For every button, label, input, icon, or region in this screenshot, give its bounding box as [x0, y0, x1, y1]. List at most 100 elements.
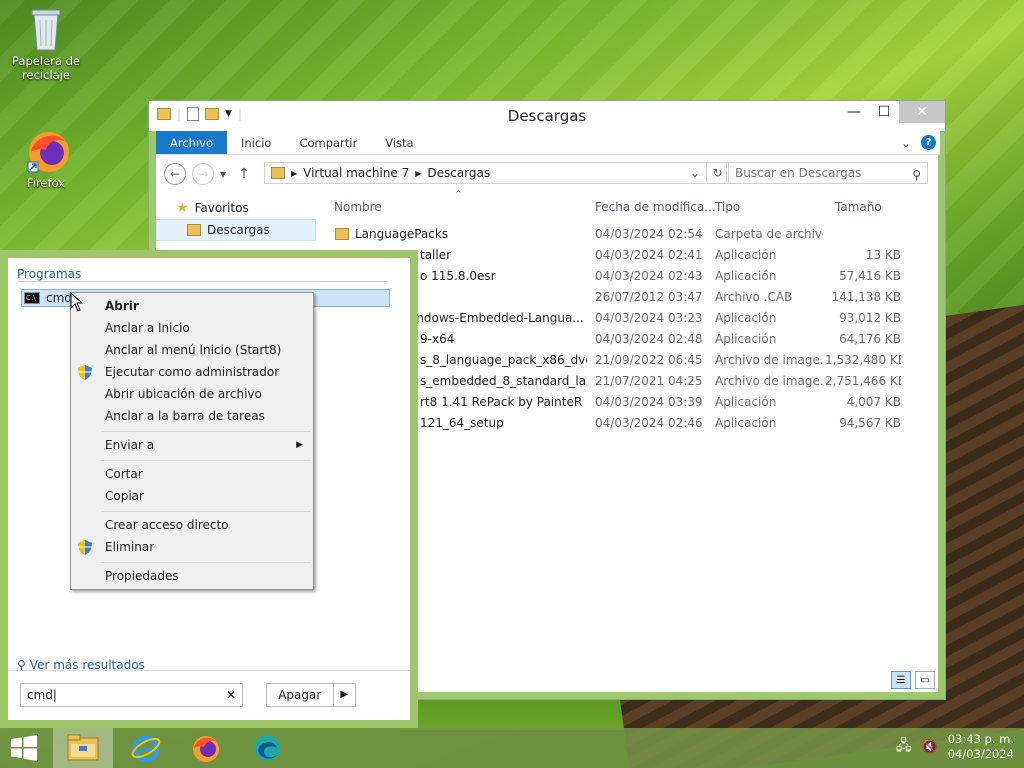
internet-explorer-icon: [131, 735, 161, 763]
file-type: Aplicación: [715, 311, 777, 325]
file-size: 64,176 KB: [839, 332, 901, 346]
desktop-icon-firefox[interactable]: Firefox: [6, 128, 86, 190]
recycle-bin-icon: [26, 6, 66, 52]
start-search-input[interactable]: cmd| ✕: [20, 683, 243, 707]
menu-item-copiar[interactable]: Copiar: [71, 485, 313, 507]
file-explorer-icon: [67, 734, 99, 761]
forward-button[interactable]: →: [192, 163, 214, 185]
text-cursor: |: [52, 688, 57, 702]
table-row[interactable]: 26/07/2012 03:47 a... Archivo .CAB 141,1…: [327, 287, 937, 308]
shutdown-button-group: Apagar ▶: [266, 683, 356, 707]
file-size: 4,007 KB: [846, 395, 901, 409]
shutdown-button[interactable]: Apagar: [267, 684, 334, 706]
menu-item-abrir-ubicacion[interactable]: Abrir ubicación de archivo: [71, 383, 313, 405]
taskbar-file-explorer[interactable]: [53, 728, 113, 768]
menu-item-eliminar[interactable]: Eliminar: [71, 536, 313, 558]
menu-item-label: Enviar a: [105, 438, 155, 452]
column-header-name[interactable]: Nombre: [334, 200, 382, 214]
tab-compartir[interactable]: Compartir: [285, 131, 371, 154]
file-date: 04/03/2024 02:41 ...: [595, 248, 707, 262]
search-query: cmd: [27, 688, 53, 702]
file-type: Aplicación: [715, 248, 777, 262]
menu-separator: [101, 431, 311, 432]
divider: [17, 281, 388, 282]
menu-item-cortar[interactable]: Cortar: [71, 463, 313, 485]
menu-item-propiedades[interactable]: Propiedades: [71, 565, 313, 587]
window-title: Descargas: [507, 107, 587, 125]
table-row[interactable]: s_8_language_pack_x86_dvd_... 21/09/2022…: [327, 350, 937, 371]
file-list: Nombre ^ Fecha de modifica... Tipo Tamañ…: [327, 189, 937, 430]
large-icons-view-icon[interactable]: ▭: [915, 671, 935, 689]
file-date: 21/09/2022 06:45 a...: [595, 353, 707, 367]
file-size: 13 KB: [865, 248, 901, 262]
menu-item-enviar-a[interactable]: Enviar a ▶: [71, 434, 313, 456]
nav-item-label: Descargas: [207, 223, 270, 237]
file-type: Archivo de image...: [715, 353, 823, 367]
taskbar-internet-explorer[interactable]: [116, 728, 176, 768]
table-row[interactable]: 121_64_setup 04/03/2024 02:46 ... Aplica…: [327, 413, 937, 434]
menu-item-crear-acceso[interactable]: Crear acceso directo: [71, 514, 313, 536]
tab-archivo[interactable]: Archivo: [156, 131, 227, 154]
table-row[interactable]: LanguagePacks 04/03/2024 02:54 ... Carpe…: [327, 224, 937, 245]
back-button[interactable]: ←: [164, 163, 186, 185]
table-row[interactable]: rt8 1.41 RePack by PainteR 04/03/2024 03…: [327, 392, 937, 413]
view-buttons: ☰ ▭: [891, 671, 935, 689]
desktop-icon-label: Papelera de reciclaje: [12, 54, 80, 82]
network-icon[interactable]: 🖧: [896, 735, 912, 759]
shutdown-options-button[interactable]: ▶: [334, 684, 356, 706]
details-view-icon[interactable]: ☰: [891, 671, 911, 689]
tab-inicio[interactable]: Inicio: [227, 131, 285, 154]
maximize-button[interactable]: ☐: [869, 101, 899, 123]
menu-item-anclar-inicio[interactable]: Anclar a Inicio: [71, 317, 313, 339]
menu-item-ejecutar-admin[interactable]: Ejecutar como administrador: [71, 361, 313, 383]
breadcrumb-segment[interactable]: Virtual machine 7: [303, 166, 409, 180]
taskbar-edge[interactable]: [237, 728, 297, 768]
volume-muted-icon[interactable]: 🔇: [922, 740, 938, 755]
column-header-size[interactable]: Tamaño: [835, 200, 882, 214]
minimize-button[interactable]: —: [839, 101, 869, 123]
title-bar[interactable]: | ▼ | Descargas — ☐ ✕: [149, 101, 945, 131]
menu-item-anclar-barra[interactable]: Anclar a la barra de tareas: [71, 405, 313, 427]
nav-item-favoritos[interactable]: ★ Favoritos: [156, 197, 316, 219]
file-date: 04/03/2024 03:23 ...: [595, 311, 707, 325]
tab-vista[interactable]: Vista: [371, 131, 427, 154]
address-dropdown-icon[interactable]: ⌄: [690, 166, 700, 180]
table-row[interactable]: 9-x64 04/03/2024 02:48 ... Aplicación 64…: [327, 329, 937, 350]
desktop-icon-label: Firefox: [26, 176, 66, 190]
clear-search-icon[interactable]: ✕: [226, 684, 236, 706]
file-type: Aplicación: [715, 395, 777, 409]
table-row[interactable]: taller 04/03/2024 02:41 ... Aplicación 1…: [327, 245, 937, 266]
clock-date: 04/03/2024: [947, 747, 1014, 761]
start-button[interactable]: [0, 728, 48, 768]
up-button[interactable]: ↑: [238, 166, 250, 182]
column-header-type[interactable]: Tipo: [715, 200, 740, 214]
search-placeholder: Buscar en Descargas: [735, 166, 862, 180]
taskbar-firefox[interactable]: [176, 728, 236, 768]
expand-ribbon-icon[interactable]: ⌄: [901, 136, 911, 150]
context-menu: Abrir Anclar a Inicio Anclar al menú Ini…: [70, 292, 314, 590]
clock[interactable]: 03:43 p. m. 04/03/2024: [948, 732, 1014, 762]
address-bar[interactable]: ▶ Virtual machine 7 ▶ Descargas ⌄: [264, 162, 707, 184]
table-row[interactable]: o 115.8.0esr 04/03/2024 02:43 ... Aplica…: [327, 266, 937, 287]
menu-item-anclar-start8[interactable]: Anclar al menú Inicio (Start8): [71, 339, 313, 361]
close-button[interactable]: ✕: [899, 101, 945, 123]
file-size: 1,532,480 KB: [825, 353, 901, 367]
table-row[interactable]: Vindows-Embedded-Langua... 04/03/2024 03…: [327, 308, 937, 329]
file-type: Aplicación: [715, 332, 777, 346]
column-header-date[interactable]: Fecha de modifica...: [595, 200, 716, 214]
cmd-icon: C:\: [24, 292, 40, 304]
breadcrumb-segment[interactable]: Descargas: [427, 166, 490, 180]
recent-locations-button[interactable]: ▼: [220, 170, 226, 179]
search-input[interactable]: Buscar en Descargas ⚲: [726, 162, 928, 184]
desktop-icon-recycle-bin[interactable]: Papelera de reciclaje: [6, 6, 86, 82]
file-date: 04/03/2024 03:39 ...: [595, 395, 707, 409]
nav-item-descargas[interactable]: Descargas: [156, 219, 316, 241]
firefox-icon: [193, 736, 219, 762]
table-row[interactable]: s_embedded_8_standard_lan... 21/07/2021 …: [327, 371, 937, 392]
menu-separator: [101, 460, 311, 461]
menu-item-abrir[interactable]: Abrir: [71, 295, 313, 317]
file-size: 57,416 KB: [839, 269, 901, 283]
help-icon[interactable]: ?: [921, 135, 936, 150]
results-section-heading: Programas: [17, 267, 82, 281]
menu-separator: [101, 511, 311, 512]
